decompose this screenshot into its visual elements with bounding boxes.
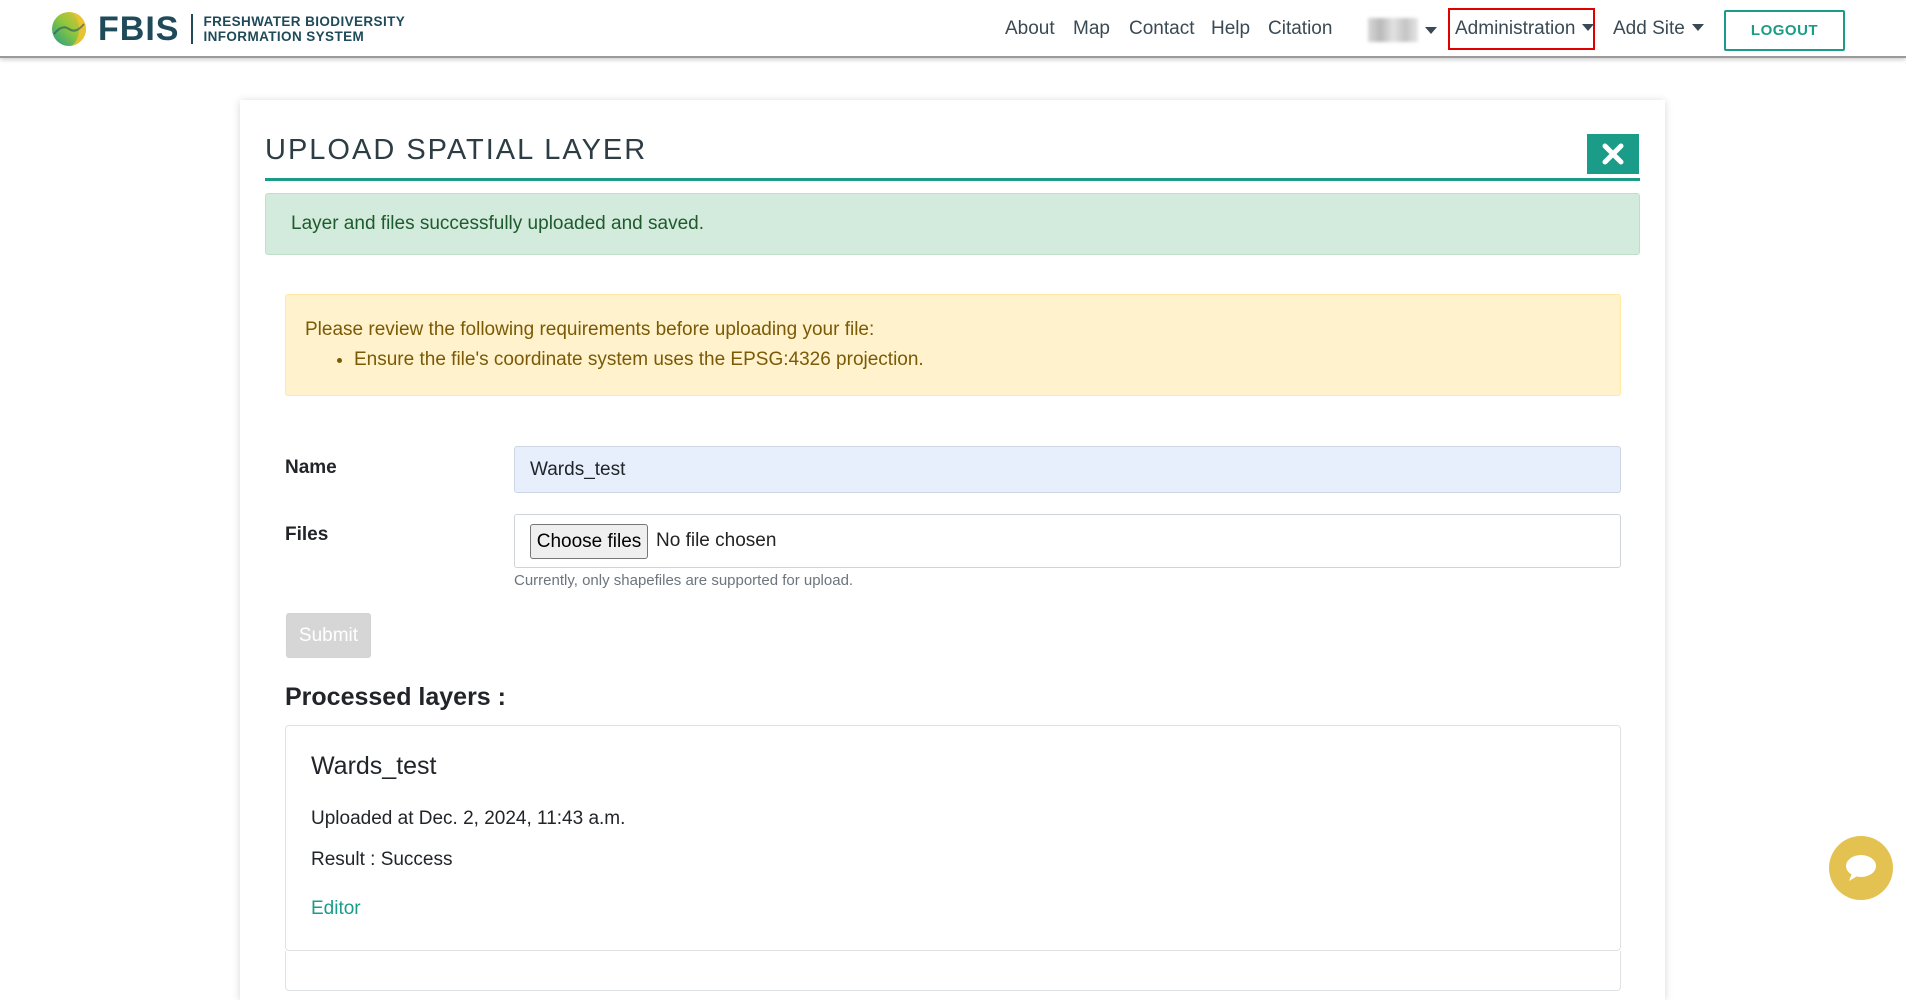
- nav-administration[interactable]: Administration: [1455, 18, 1595, 40]
- upload-spatial-layer-card: UPLOAD SPATIAL LAYER Layer and files suc…: [240, 100, 1665, 1000]
- choose-files-button[interactable]: Choose files: [530, 524, 648, 559]
- nav-administration-label: Administration: [1455, 18, 1576, 39]
- requirements-alert: Please review the following requirements…: [285, 294, 1621, 396]
- logo-subtitle-line1: FRESHWATER BIODIVERSITY: [203, 14, 406, 29]
- layer-editor-link[interactable]: Editor: [311, 898, 361, 920]
- close-x-icon: [1602, 143, 1624, 165]
- nav-about[interactable]: About: [1005, 18, 1055, 40]
- submit-button[interactable]: Submit: [286, 613, 371, 658]
- no-file-chosen-text: No file chosen: [656, 530, 777, 551]
- user-avatar-blurred: [1368, 18, 1418, 42]
- chat-bubble-icon: [1846, 855, 1876, 881]
- nav-map[interactable]: Map: [1073, 18, 1110, 40]
- title-divider: [265, 178, 1640, 181]
- nav-help[interactable]: Help: [1211, 18, 1250, 40]
- processed-layers-heading: Processed layers :: [285, 683, 506, 711]
- fbis-logo[interactable]: FBIS FRESHWATER BIODIVERSITY INFORMATION…: [50, 10, 405, 48]
- files-label: Files: [285, 524, 329, 545]
- user-menu[interactable]: [1368, 18, 1437, 43]
- success-alert: Layer and files successfully uploaded an…: [265, 193, 1640, 255]
- page-title: UPLOAD SPATIAL LAYER: [265, 134, 648, 166]
- requirement-item: Ensure the file's coordinate system uses…: [354, 348, 1620, 372]
- layer-result: Result : Success: [311, 849, 453, 870]
- chat-button[interactable]: [1829, 836, 1893, 900]
- nav-contact[interactable]: Contact: [1129, 18, 1194, 40]
- logo-subtitle: FRESHWATER BIODIVERSITY INFORMATION SYST…: [203, 14, 405, 44]
- layer-name: Wards_test: [311, 752, 437, 780]
- top-navbar: FBIS FRESHWATER BIODIVERSITY INFORMATION…: [0, 0, 1906, 58]
- logout-button[interactable]: LOGOUT: [1724, 10, 1845, 51]
- caret-down-icon: [1425, 27, 1437, 34]
- processed-layer-item-next: [285, 951, 1621, 991]
- nav-citation[interactable]: Citation: [1268, 18, 1332, 40]
- files-input[interactable]: Choose files No file chosen: [514, 514, 1621, 568]
- logo-subtitle-line2: INFORMATION SYSTEM: [203, 29, 365, 44]
- layer-uploaded-at: Uploaded at Dec. 2, 2024, 11:43 a.m.: [311, 808, 626, 829]
- name-input[interactable]: Wards_test: [514, 446, 1621, 493]
- logo-mark-icon: [52, 12, 86, 46]
- logo-wordmark: FBIS: [98, 10, 180, 48]
- files-help-text: Currently, only shapefiles are supported…: [514, 572, 854, 589]
- caret-down-icon: [1582, 24, 1595, 31]
- nav-add-site-label: Add Site: [1613, 18, 1685, 39]
- close-button[interactable]: [1587, 134, 1639, 174]
- processed-layer-item: Wards_test Uploaded at Dec. 2, 2024, 11:…: [285, 725, 1621, 951]
- nav-add-site[interactable]: Add Site: [1613, 18, 1704, 40]
- requirements-list: Ensure the file's coordinate system uses…: [305, 348, 1620, 372]
- name-label: Name: [285, 457, 337, 478]
- caret-down-icon: [1691, 24, 1704, 31]
- requirements-intro: Please review the following requirements…: [305, 319, 875, 340]
- logo-divider: [191, 14, 194, 44]
